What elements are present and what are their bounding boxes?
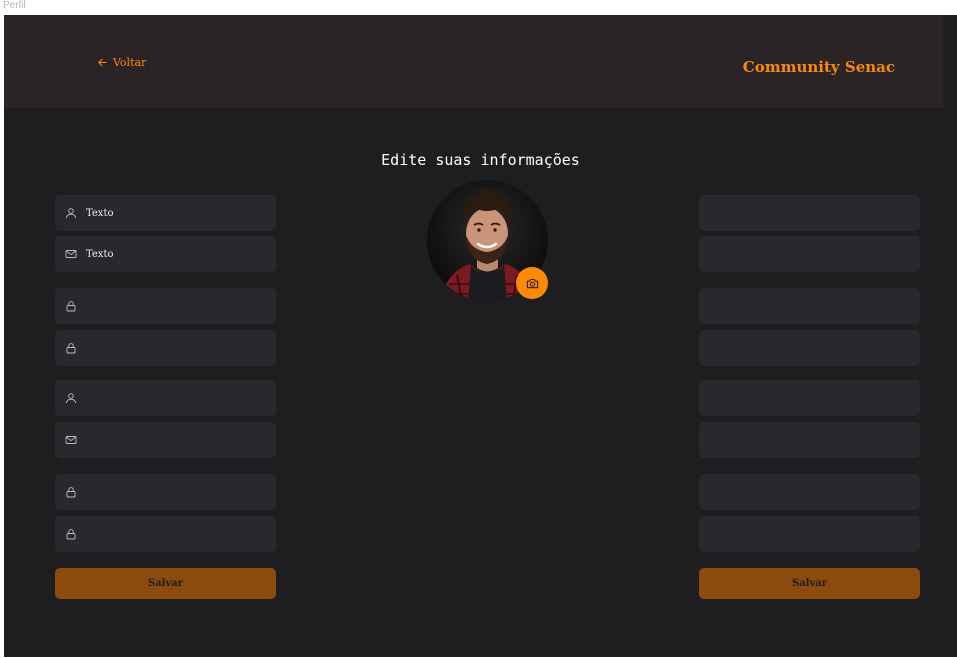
right-field-7[interactable] (699, 474, 920, 510)
right-input-4[interactable] (709, 342, 889, 354)
profile-page: Voltar Community Senac Edite suas inform… (4, 15, 957, 657)
right-field-2[interactable] (699, 236, 920, 272)
mail-icon (65, 250, 77, 258)
camera-icon (526, 278, 538, 288)
change-photo-button[interactable] (516, 267, 548, 299)
right-field-4[interactable] (699, 330, 920, 366)
lock-icon (66, 529, 76, 540)
right-input-8[interactable] (709, 528, 889, 540)
right-input-2[interactable] (709, 248, 889, 260)
back-link-label: Voltar (113, 56, 147, 69)
mail-icon (65, 436, 77, 444)
name-input-2[interactable] (85, 392, 265, 404)
name-field-2[interactable] (55, 380, 276, 416)
confirm-password-field-2[interactable] (55, 516, 276, 552)
right-field-6[interactable] (699, 422, 920, 458)
name-input[interactable] (85, 207, 265, 219)
right-field-3[interactable] (699, 288, 920, 324)
right-input-6[interactable] (709, 434, 889, 446)
confirm-password-input[interactable] (85, 342, 265, 354)
email-input[interactable] (85, 248, 265, 260)
password-input[interactable] (85, 300, 265, 312)
right-input-5[interactable] (709, 392, 889, 404)
lock-icon (66, 301, 76, 312)
back-link[interactable]: Voltar (97, 56, 146, 69)
save-button-left[interactable]: Salvar (55, 568, 276, 599)
user-icon (66, 208, 76, 219)
password-field[interactable] (55, 288, 276, 324)
user-icon (66, 393, 76, 404)
email-input-2[interactable] (85, 434, 265, 446)
lock-icon (66, 487, 76, 498)
right-field-1[interactable] (699, 195, 920, 231)
right-input-3[interactable] (709, 300, 889, 312)
window-title: Perfil (3, 0, 26, 11)
right-field-8[interactable] (699, 516, 920, 552)
password-field-2[interactable] (55, 474, 276, 510)
right-field-5[interactable] (699, 380, 920, 416)
email-field[interactable] (55, 236, 276, 272)
lock-icon (66, 343, 76, 354)
app-header: Voltar Community Senac (4, 15, 943, 108)
confirm-password-input-2[interactable] (85, 528, 265, 540)
name-field[interactable] (55, 195, 276, 231)
page-title: Edite suas informações (381, 151, 580, 169)
arrow-left-icon (98, 58, 107, 67)
right-input-7[interactable] (709, 486, 889, 498)
email-field-2[interactable] (55, 422, 276, 458)
confirm-password-field[interactable] (55, 330, 276, 366)
brand-title: Community Senac (742, 58, 895, 76)
right-input-1[interactable] (709, 207, 889, 219)
save-button-right[interactable]: Salvar (699, 568, 920, 599)
password-input-2[interactable] (85, 486, 265, 498)
